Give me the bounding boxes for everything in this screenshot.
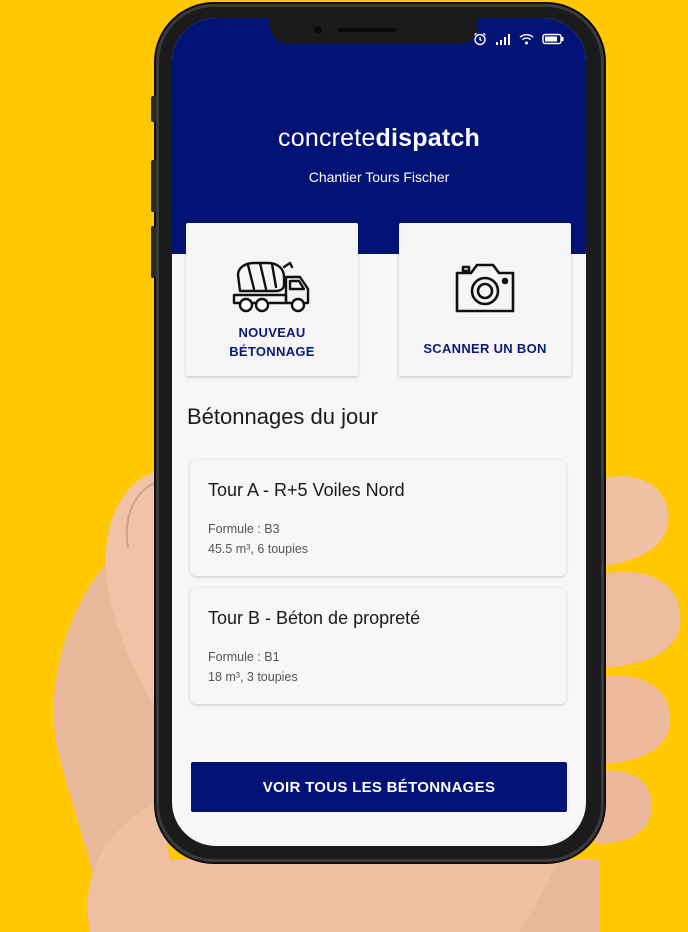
new-pour-button[interactable]: NOUVEAU BÉTONNAGE	[186, 223, 358, 376]
pour-formula: Formule : B3	[208, 522, 280, 536]
status-bar	[473, 32, 564, 46]
new-pour-label-line1: NOUVEAU	[238, 325, 306, 340]
brand-light: concrete	[278, 124, 376, 152]
wifi-icon	[519, 34, 534, 45]
pour-detail: 45.5 m³, 6 toupies	[208, 542, 309, 556]
app-logo: concretedispatch	[172, 124, 586, 153]
scan-voucher-label: SCANNER UN BON	[423, 341, 547, 356]
volume-up-button	[151, 160, 156, 212]
camera-icon	[455, 263, 515, 313]
notch	[270, 18, 478, 44]
pour-card[interactable]: Tour A - R+5 Voiles Nord Formule : B3 45…	[190, 460, 566, 576]
site-name: Chantier Tours Fischer	[308, 169, 450, 185]
section-title: Bétonnages du jour	[187, 404, 378, 429]
pour-name: Tour B - Béton de propreté	[208, 608, 421, 628]
mute-switch	[151, 96, 156, 122]
scan-voucher-button[interactable]: SCANNER UN BON	[399, 223, 571, 376]
app-header: concretedispatch Chantier Tours Fischer	[172, 18, 586, 254]
earpiece-speaker	[338, 28, 396, 32]
brand-bold: dispatch	[375, 124, 480, 152]
phone-screen: concretedispatch Chantier Tours Fischer	[172, 18, 586, 846]
see-all-pours-button[interactable]: VOIR TOUS LES BÉTONNAGES	[191, 762, 567, 812]
new-pour-label-line2: BÉTONNAGE	[229, 344, 315, 359]
battery-icon	[542, 33, 564, 45]
pour-card[interactable]: Tour B - Béton de propreté Formule : B1 …	[190, 588, 566, 704]
signal-icon	[496, 34, 510, 45]
front-camera	[314, 26, 322, 34]
concrete-mixer-truck-icon	[232, 261, 310, 313]
pour-formula: Formule : B1	[208, 650, 280, 664]
pour-detail: 18 m³, 3 toupies	[208, 670, 298, 684]
volume-down-button	[151, 226, 156, 278]
new-pour-label: NOUVEAU BÉTONNAGE	[229, 323, 315, 361]
alarm-icon	[474, 32, 486, 46]
pour-name: Tour A - R+5 Voiles Nord	[208, 480, 405, 500]
